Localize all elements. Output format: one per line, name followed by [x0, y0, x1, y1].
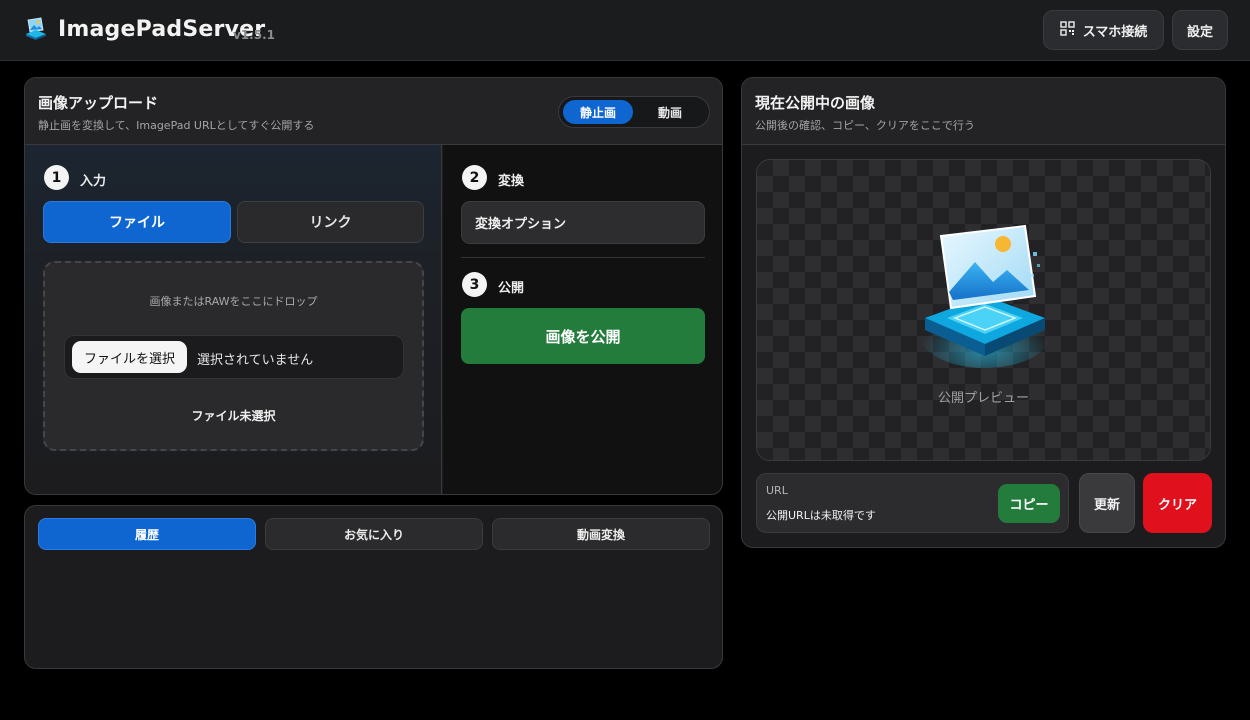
media-mode-toggle: 静止画 動画 [558, 96, 710, 128]
convert-publish-section: 2 変換 変換オプション 3 公開 画像を公開 [443, 145, 722, 494]
public-title: 現在公開中の画像 [755, 94, 876, 112]
upload-subtitle: 静止画を変換して、ImagePad URLとしてすぐ公開する [38, 119, 315, 132]
tab-history[interactable]: 履歴 [38, 518, 256, 550]
mobile-connect-button[interactable]: スマホ接続 [1043, 10, 1164, 50]
publish-image-button[interactable]: 画像を公開 [461, 308, 705, 364]
selected-file-status: ファイル未選択 [191, 409, 276, 423]
source-tab-link[interactable]: リンク [237, 201, 424, 243]
input-section: 1 入力 ファイル リンク 画像またはRAWをここにドロップ ファイルを選択 選… [25, 145, 442, 494]
app-header: ImagePadServer v1.5.1 スマホ接続 設定 [0, 0, 1250, 61]
step-3-badge: 3 [462, 272, 487, 297]
public-image-panel: 現在公開中の画像 公開後の確認、コピー、クリアをここで行う 公開プレビュー UR… [741, 77, 1226, 548]
step-2-label: 変換 [498, 174, 525, 189]
upload-panel: 画像アップロード 静止画を変換して、ImagePad URLとしてすぐ公開する … [24, 77, 723, 495]
public-url-box: URL 公開URLは未取得です コピー [756, 473, 1069, 533]
public-preview: 公開プレビュー [756, 159, 1211, 461]
mode-video-button[interactable]: 動画 [635, 100, 705, 124]
source-tab-file[interactable]: ファイル [43, 201, 231, 243]
history-panel: 履歴 お気に入り 動画変換 [24, 505, 723, 669]
step-2-badge: 2 [462, 165, 487, 190]
upload-panel-header: 画像アップロード 静止画を変換して、ImagePad URLとしてすぐ公開する … [25, 78, 722, 145]
file-input[interactable]: ファイルを選択 選択されていません [64, 335, 404, 379]
preview-label: 公開プレビュー [937, 391, 1029, 406]
clear-button[interactable]: クリア [1143, 473, 1212, 533]
step-1-badge: 1 [44, 165, 69, 190]
section-divider [461, 257, 705, 258]
step-1-label: 入力 [80, 174, 107, 189]
image-placeholder-icon [917, 222, 1053, 370]
mobile-connect-label: スマホ接続 [1082, 24, 1148, 40]
step-3-label: 公開 [498, 281, 525, 296]
copy-url-button[interactable]: コピー [998, 484, 1060, 523]
tab-favorites[interactable]: お気に入り [265, 518, 483, 550]
qr-code-icon [1059, 20, 1075, 40]
upload-title: 画像アップロード [38, 94, 159, 112]
public-subtitle: 公開後の確認、コピー、クリアをここで行う [755, 119, 975, 132]
url-value: 公開URLは未取得です [766, 509, 876, 522]
url-label: URL [766, 484, 788, 497]
public-panel-header: 現在公開中の画像 公開後の確認、コピー、クリアをここで行う [742, 78, 1225, 145]
app-version: v1.5.1 [233, 28, 275, 42]
choose-file-button[interactable]: ファイルを選択 [72, 341, 187, 373]
convert-options-button[interactable]: 変換オプション [461, 201, 705, 244]
mode-still-button[interactable]: 静止画 [563, 100, 633, 124]
drop-hint: 画像またはRAWをここにドロップ [149, 295, 318, 308]
refresh-button[interactable]: 更新 [1079, 473, 1135, 533]
file-input-status: 選択されていません [197, 353, 314, 368]
tab-video-convert[interactable]: 動画変換 [492, 518, 710, 550]
file-dropzone[interactable]: 画像またはRAWをここにドロップ ファイルを選択 選択されていません ファイル未… [43, 261, 424, 451]
imagepad-logo-icon [24, 17, 48, 41]
settings-button[interactable]: 設定 [1172, 10, 1228, 50]
